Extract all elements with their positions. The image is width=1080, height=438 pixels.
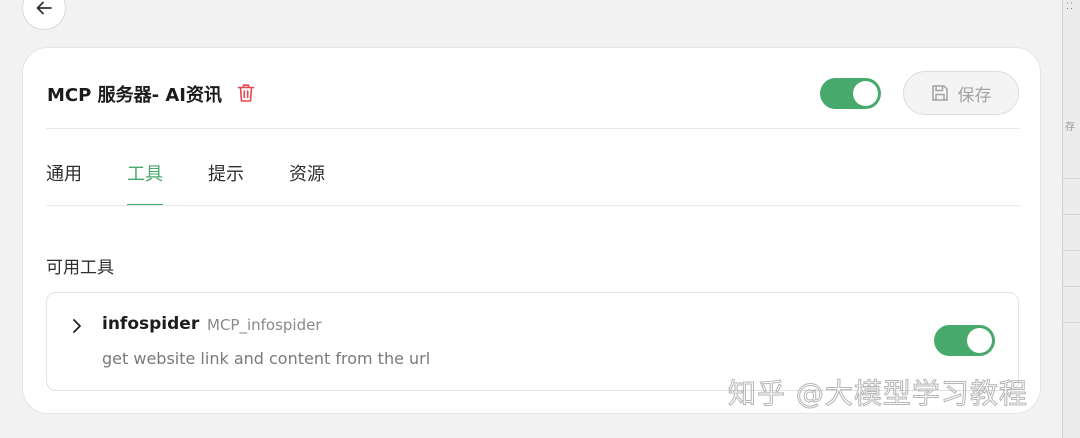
watermark-text: 知乎 @大模型学习教程: [728, 377, 1028, 411]
tool-enabled-toggle[interactable]: [934, 325, 995, 356]
toggle-knob: [853, 81, 878, 106]
toggle-knob: [967, 328, 992, 353]
tab-bar-divider: [46, 205, 1019, 206]
tab-tools[interactable]: 工具: [127, 160, 163, 206]
mcp-server-settings-page: ⁚⁚ 存 MCP 服务器- AI资讯 保存 通用 工具 提示 资源 可用工具 i…: [0, 0, 1080, 438]
edge-divider: [1063, 178, 1080, 179]
tool-description: get website link and content from the ur…: [102, 349, 431, 368]
save-button[interactable]: 保存: [903, 71, 1019, 115]
available-tools-heading: 可用工具: [46, 258, 114, 278]
tool-id: MCP_infospider: [207, 316, 322, 334]
delete-server-button[interactable]: [235, 81, 257, 105]
edge-text-fragment: 存: [1065, 122, 1075, 133]
expand-tool-button[interactable]: [67, 314, 87, 338]
floppy-disk-icon: [931, 85, 948, 101]
header-divider: [46, 128, 1019, 129]
trash-icon: [237, 84, 255, 102]
server-settings-card: MCP 服务器- AI资讯 保存 通用 工具 提示 资源 可用工具 infosp…: [22, 47, 1041, 414]
arrow-left-icon: [36, 1, 52, 15]
edge-divider: [1063, 250, 1080, 251]
server-title: MCP 服务器- AI资讯: [47, 85, 222, 106]
back-button[interactable]: [22, 0, 66, 30]
edge-divider: [1063, 286, 1080, 287]
save-button-label: 保存: [957, 85, 992, 106]
server-enabled-toggle[interactable]: [820, 78, 881, 109]
tab-general[interactable]: 通用: [46, 160, 82, 206]
chevron-right-icon: [73, 319, 81, 333]
grid-dots-icon: ⁚⁚: [1066, 2, 1074, 12]
tab-bar: 通用 工具 提示 资源: [46, 160, 370, 206]
tab-prompts[interactable]: 提示: [208, 160, 244, 206]
tab-resources[interactable]: 资源: [289, 160, 325, 206]
edge-divider: [1063, 322, 1080, 323]
edge-divider: [1063, 214, 1080, 215]
adjacent-window-edge: ⁚⁚ 存: [1062, 0, 1080, 438]
tool-name: infospider: [102, 314, 200, 334]
